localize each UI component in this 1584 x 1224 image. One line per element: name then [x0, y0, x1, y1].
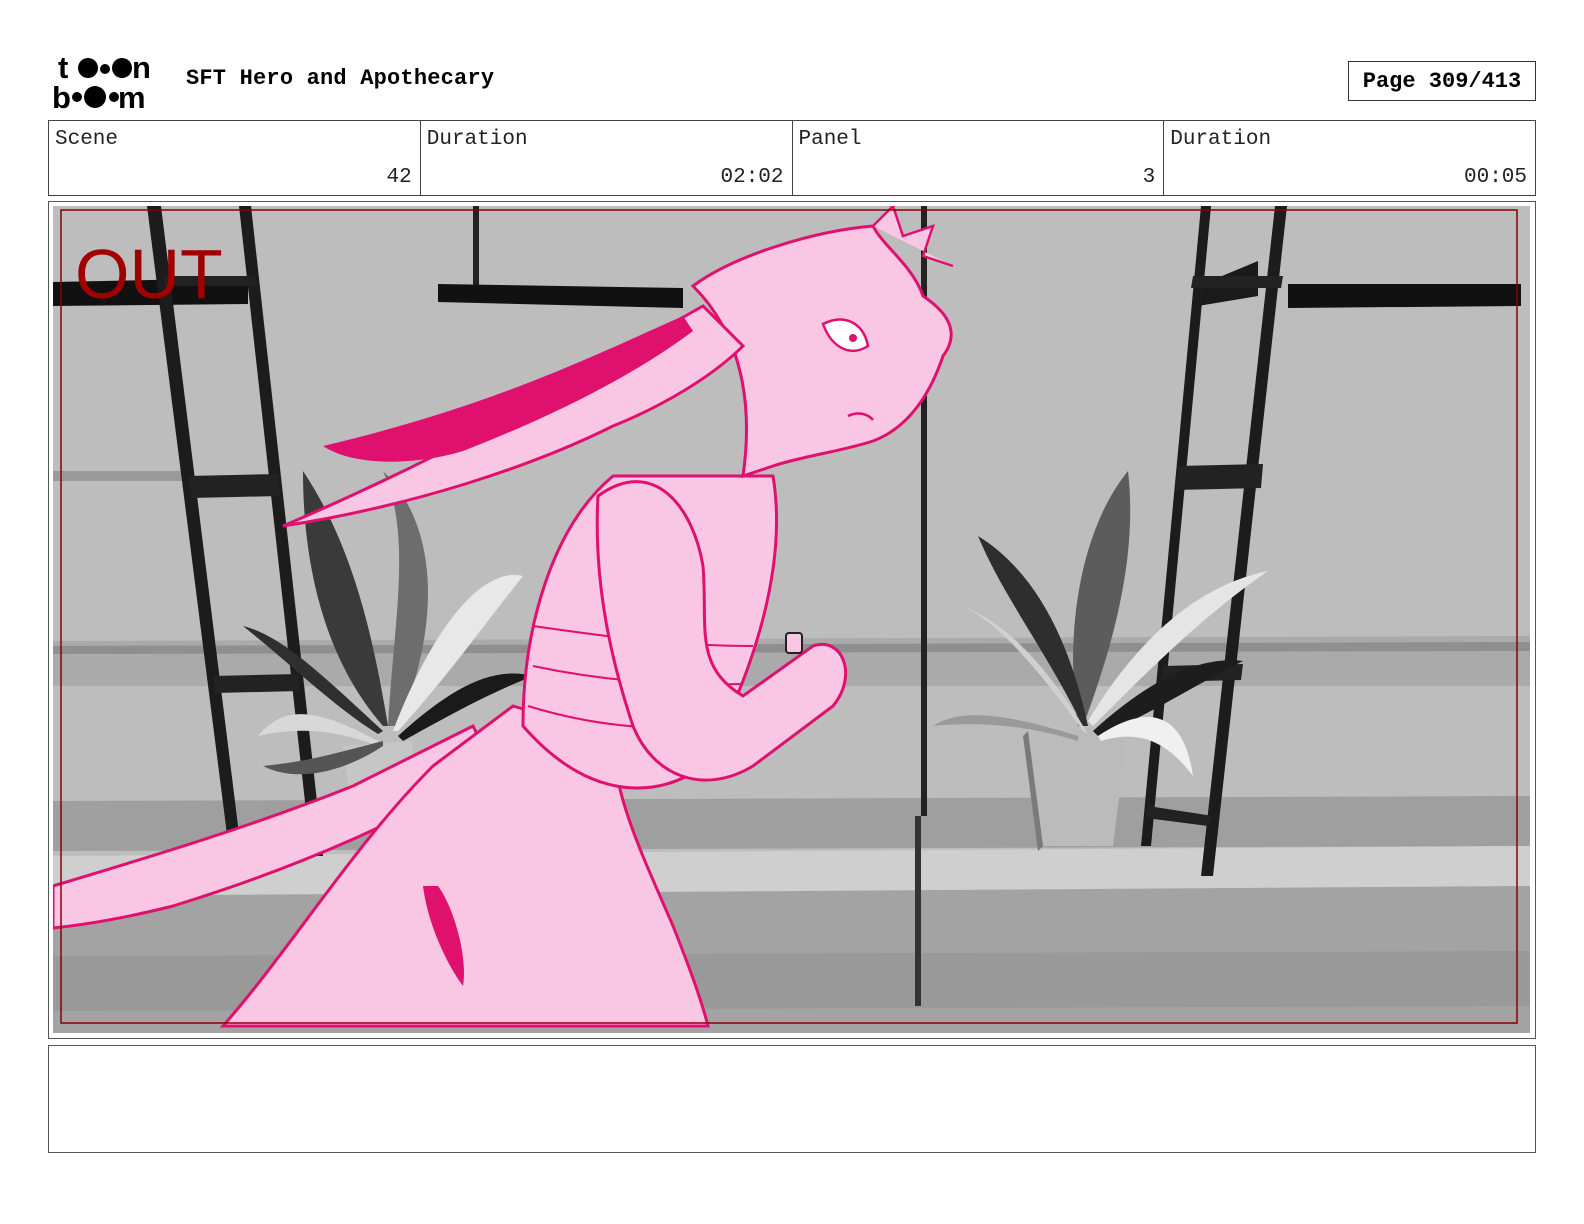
- panel-cell: Panel 3: [793, 121, 1165, 195]
- panel-notes-box: [48, 1045, 1536, 1153]
- storyboard-panel: OUT: [48, 201, 1536, 1039]
- scene-label: Scene: [55, 128, 119, 151]
- scene-duration-cell: Duration 02:02: [421, 121, 793, 195]
- overlay-out-text: OUT: [75, 235, 223, 313]
- scene-cell: Scene 42: [49, 121, 421, 195]
- scene-duration-value: 02:02: [720, 166, 784, 189]
- page-indicator: Page 309/413: [1348, 61, 1536, 101]
- scene-duration-label: Duration: [426, 128, 528, 151]
- scene-info-row: Scene 42 Duration 02:02 Panel 3 Duration…: [48, 120, 1536, 196]
- panel-value: 3: [1142, 166, 1156, 189]
- svg-text:b: b: [52, 80, 71, 112]
- document-title: SFT Hero and Apothecary: [186, 66, 495, 91]
- panel-artwork: OUT: [53, 206, 1530, 1033]
- panel-duration-value: 00:05: [1463, 166, 1527, 189]
- toon-boom-logo: t n b m: [52, 52, 151, 112]
- panel-duration-cell: Duration 00:05: [1164, 121, 1535, 195]
- panel-duration-label: Duration: [1170, 128, 1272, 151]
- svg-text:m: m: [118, 80, 146, 112]
- panel-label: Panel: [798, 128, 862, 151]
- scene-value: 42: [386, 166, 412, 189]
